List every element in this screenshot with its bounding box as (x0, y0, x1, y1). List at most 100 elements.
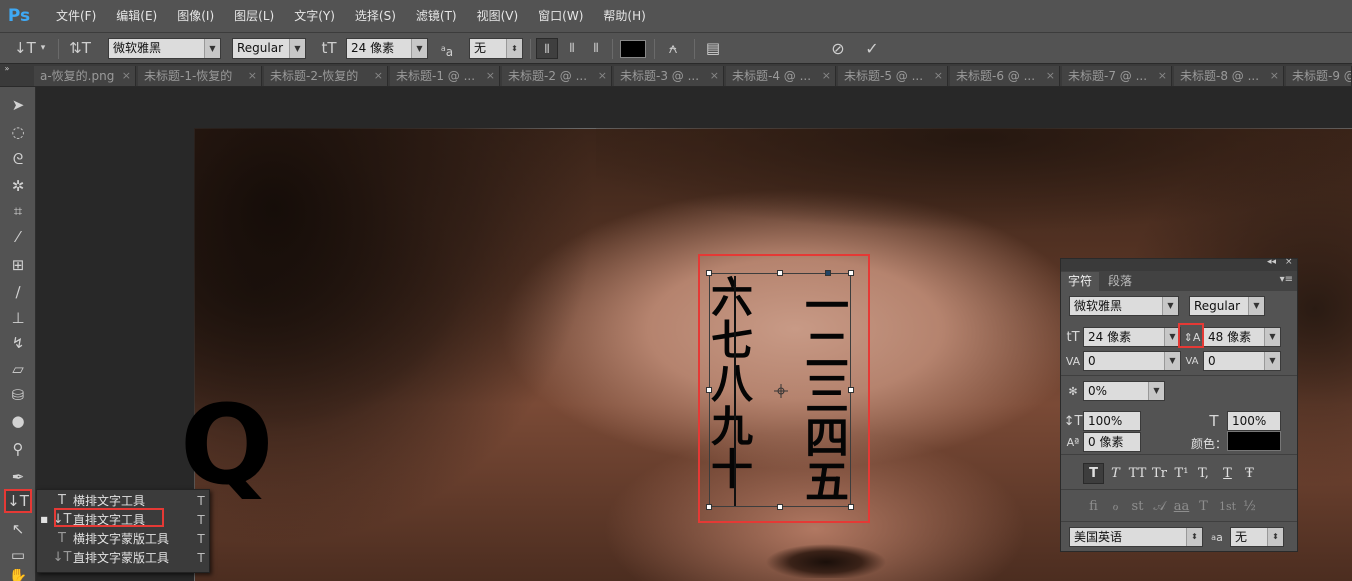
faux-italic-button[interactable]: T (1105, 463, 1126, 484)
close-icon[interactable]: × (1046, 66, 1055, 86)
tsume-select[interactable]: 0% ▼ (1083, 381, 1165, 401)
lasso-tool-icon[interactable]: ᘓ (4, 147, 32, 171)
commit-checkmark-icon[interactable]: ✓ (860, 38, 884, 59)
close-icon[interactable]: × (598, 66, 607, 86)
font-size-select[interactable]: 24 像素 ▼ (1083, 327, 1181, 347)
healing-brush-tool-icon[interactable]: ⊞ (4, 253, 32, 277)
close-icon[interactable]: × (1158, 66, 1167, 86)
superscript-button[interactable]: T¹ (1171, 463, 1192, 484)
underline-button[interactable]: T (1217, 463, 1238, 484)
titling-alternates-button[interactable]: T (1193, 496, 1214, 517)
eraser-tool-icon[interactable]: ▱ (4, 357, 32, 381)
small-caps-button[interactable]: Tr (1149, 463, 1170, 484)
fractions-button[interactable]: ½ (1239, 496, 1260, 517)
close-icon[interactable]: × (122, 66, 131, 86)
document-tab[interactable]: 未标题-4 @ ... × (726, 66, 836, 86)
menu-type[interactable]: 文字(Y) (284, 0, 345, 32)
panel-menu-icon[interactable]: ▾≡ (1280, 274, 1293, 285)
document-tab[interactable]: a-恢复的.png × (34, 66, 136, 86)
contextual-alternates-button[interactable]: ℴ (1105, 496, 1126, 517)
tab-paragraph[interactable]: 段落 (1101, 272, 1139, 291)
document-tab[interactable]: 未标题-1 @ ... × (390, 66, 500, 86)
marquee-tool-icon[interactable]: ◌ (4, 120, 32, 144)
document-tab[interactable]: 未标题-3 @ ... × (614, 66, 724, 86)
magic-wand-tool-icon[interactable]: ✲ (4, 174, 32, 198)
cancel-icon[interactable]: ⊘ (826, 38, 850, 59)
tracking-select[interactable]: 0 ▼ (1203, 351, 1281, 371)
flyout-vertical-type-mask[interactable]: ↓T 直排文字蒙版工具 T (37, 548, 211, 567)
strikethrough-button[interactable]: Ŧ (1239, 463, 1260, 484)
vertical-type-tool-icon[interactable]: ↓T (4, 489, 32, 513)
menu-view[interactable]: 视图(V) (467, 0, 529, 32)
font-size-select[interactable]: 24 像素 ▼ (346, 38, 428, 59)
menu-file[interactable]: 文件(F) (46, 0, 106, 32)
brush-tool-icon[interactable]: ∕ (4, 280, 32, 304)
align-bottom-icon[interactable]: ⦀ (585, 38, 607, 59)
ordinals-button[interactable]: 1st (1217, 496, 1238, 517)
font-family-select[interactable]: 微软雅黑 ▼ (1069, 296, 1179, 316)
close-icon[interactable]: × (1270, 66, 1279, 86)
menu-select[interactable]: 选择(S) (345, 0, 406, 32)
font-family-select[interactable]: 微软雅黑 ▼ (108, 38, 221, 59)
eyedropper-tool-icon[interactable]: ⁄ (4, 225, 32, 249)
menu-help[interactable]: 帮助(H) (593, 0, 655, 32)
document-tab[interactable]: 未标题-6 @ ... × (950, 66, 1060, 86)
menu-edit[interactable]: 编辑(E) (106, 0, 167, 32)
clone-stamp-tool-icon[interactable]: ⊥ (4, 306, 32, 330)
font-style-select[interactable]: Regular ▼ (1189, 296, 1265, 316)
menu-image[interactable]: 图像(I) (167, 0, 224, 32)
document-tab[interactable]: 未标题-8 @ ... × (1174, 66, 1284, 86)
baseline-shift-field[interactable]: 0 像素 (1083, 432, 1141, 452)
document-tab[interactable]: 未标题-7 @ ... × (1062, 66, 1172, 86)
document-tab[interactable]: 未标题-1-恢复的 × (138, 66, 262, 86)
close-icon[interactable]: × (374, 66, 383, 86)
crop-tool-icon[interactable]: ⌗ (4, 199, 32, 223)
text-orientation-toggle-icon[interactable]: ⇅T (68, 38, 92, 59)
standard-ligatures-button[interactable]: fi (1083, 496, 1104, 517)
close-icon[interactable]: × (486, 66, 495, 86)
hand-tool-icon[interactable]: ✋ (4, 569, 32, 581)
document-tab[interactable]: 未标题-2-恢复的 × (264, 66, 388, 86)
stylistic-alternates-button[interactable]: aa (1171, 496, 1192, 517)
rectangle-tool-icon[interactable]: ▭ (4, 543, 32, 567)
warp-text-icon[interactable]: ⍲ (662, 38, 684, 59)
close-icon[interactable]: × (822, 66, 831, 86)
text-color-swatch[interactable] (620, 40, 646, 58)
menu-layer[interactable]: 图层(L) (224, 0, 284, 32)
close-icon[interactable]: × (248, 66, 257, 86)
path-selection-tool-icon[interactable]: ↖ (4, 517, 32, 541)
collapse-panels-icon[interactable]: » (0, 64, 14, 76)
antialias-select[interactable]: 无 ⬍ (1230, 527, 1284, 547)
antialias-select[interactable]: 无 ⬍ (469, 38, 523, 59)
flyout-horizontal-type-mask[interactable]: T 横排文字蒙版工具 T (37, 529, 211, 548)
font-style-select[interactable]: Regular ▼ (232, 38, 306, 59)
history-brush-tool-icon[interactable]: ↯ (4, 331, 32, 355)
close-icon[interactable]: × (710, 66, 719, 86)
vertical-scale-field[interactable]: 100% (1083, 411, 1141, 431)
subscript-button[interactable]: T, (1193, 463, 1214, 484)
document-tab[interactable]: 未标题-2 @ ... × (502, 66, 612, 86)
all-caps-button[interactable]: TT (1127, 463, 1148, 484)
move-tool-icon[interactable]: ➤ (4, 93, 32, 117)
tool-preset-chevron-icon[interactable]: ▾ (34, 38, 52, 59)
menu-filter[interactable]: 滤镜(T) (406, 0, 467, 32)
character-panel-toggle-icon[interactable]: ▤ (702, 38, 724, 59)
align-center-icon[interactable]: ⦀ (561, 38, 583, 59)
document-tab[interactable]: 未标题-9 @ (1286, 66, 1352, 86)
document-tab[interactable]: 未标题-5 @ ... × (838, 66, 948, 86)
pen-tool-icon[interactable]: ✒ (4, 465, 32, 489)
faux-bold-button[interactable]: T (1083, 463, 1104, 484)
kerning-select[interactable]: 0 ▼ (1083, 351, 1181, 371)
collapse-icon[interactable]: ◂◂ (1267, 257, 1276, 267)
close-icon[interactable]: × (934, 66, 943, 86)
dodge-tool-icon[interactable]: ⚲ (4, 437, 32, 461)
swash-button[interactable]: 𝒜 (1149, 496, 1170, 517)
leading-select[interactable]: 48 像素 ▼ (1203, 327, 1281, 347)
menu-window[interactable]: 窗口(W) (528, 0, 593, 32)
tab-character[interactable]: 字符 (1061, 272, 1100, 291)
color-swatch[interactable] (1227, 431, 1281, 451)
blur-tool-icon[interactable]: ● (4, 409, 32, 433)
language-select[interactable]: 美国英语 ⬍ (1069, 527, 1203, 547)
discretionary-ligatures-button[interactable]: st (1127, 496, 1148, 517)
vertical-type-tool-icon[interactable]: ↓T (14, 38, 36, 59)
